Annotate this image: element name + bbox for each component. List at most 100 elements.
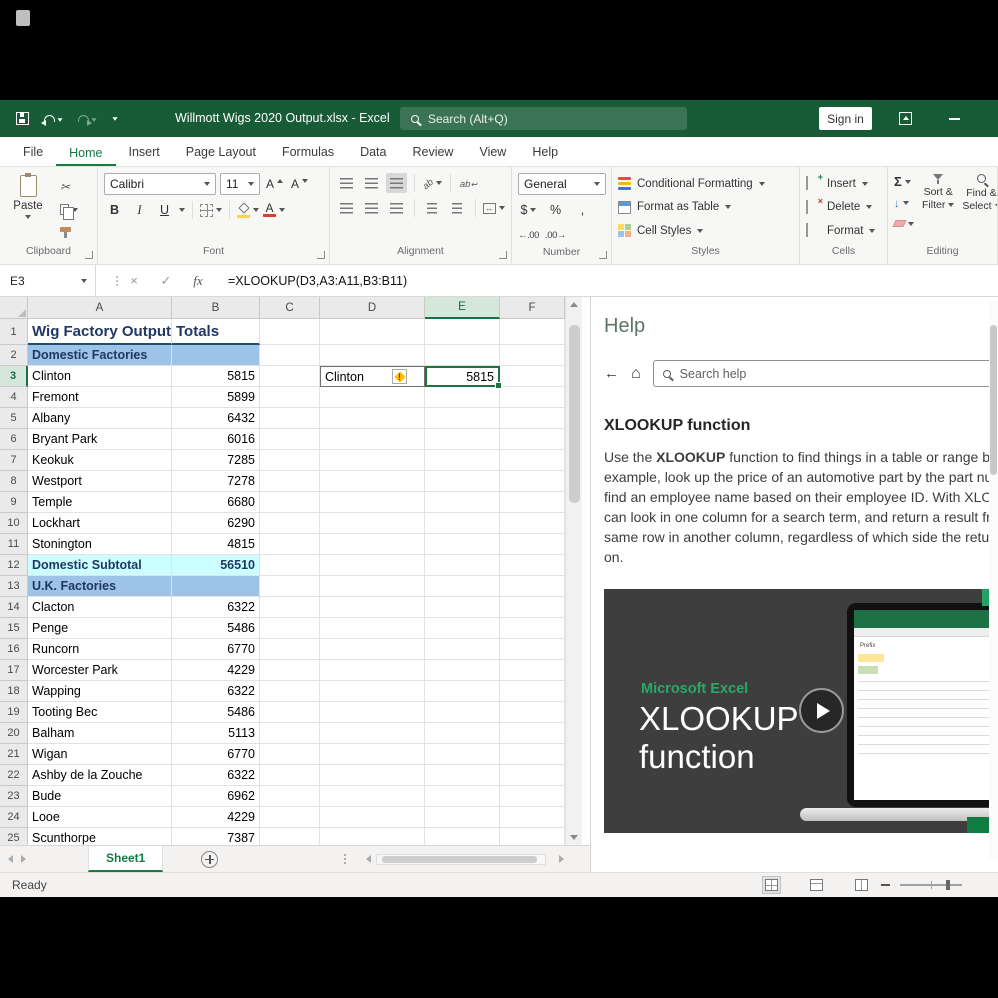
row-header-12[interactable]: 12 — [0, 555, 28, 576]
row-header-11[interactable]: 11 — [0, 534, 28, 555]
cell-C23[interactable] — [260, 786, 320, 807]
cell-B24[interactable]: 4229 — [172, 807, 260, 828]
scroll-right-icon[interactable] — [559, 855, 564, 863]
tab-help[interactable]: Help — [519, 139, 571, 166]
cell-B6[interactable]: 6016 — [172, 429, 260, 450]
cell-E21[interactable] — [425, 744, 500, 765]
cell-E5[interactable] — [425, 408, 500, 429]
font-name-select[interactable]: Calibri — [104, 173, 216, 195]
cell-A2[interactable]: Domestic Factories — [28, 345, 172, 366]
cell-F15[interactable] — [500, 618, 565, 639]
format-as-table-button[interactable]: Format as Table — [618, 197, 793, 218]
cell-F4[interactable] — [500, 387, 565, 408]
align-center-button[interactable] — [361, 198, 382, 218]
cell-D2[interactable] — [320, 345, 425, 366]
cancel-icon[interactable]: × — [118, 273, 150, 288]
cell-A9[interactable]: Temple — [28, 492, 172, 513]
scroll-down-icon[interactable] — [570, 835, 578, 840]
cell-F11[interactable] — [500, 534, 565, 555]
sheet-nav-right-icon[interactable] — [21, 855, 26, 863]
merge-center-button[interactable] — [483, 198, 505, 218]
cell-C12[interactable] — [260, 555, 320, 576]
cell-A3[interactable]: Clinton — [28, 366, 172, 387]
enter-icon[interactable]: ✓ — [150, 273, 182, 289]
cell-C14[interactable] — [260, 597, 320, 618]
row-header-8[interactable]: 8 — [0, 471, 28, 492]
cell-C9[interactable] — [260, 492, 320, 513]
cell-C24[interactable] — [260, 807, 320, 828]
tab-insert[interactable]: Insert — [116, 139, 173, 166]
help-search-box[interactable]: Search help — [653, 360, 998, 387]
col-header-B[interactable]: B — [172, 297, 260, 319]
cell-F6[interactable] — [500, 429, 565, 450]
back-icon[interactable] — [604, 365, 619, 383]
format-cells-button[interactable]: Format — [806, 220, 881, 241]
row-header-5[interactable]: 5 — [0, 408, 28, 429]
cell-A17[interactable]: Worcester Park — [28, 660, 172, 681]
cell-D18[interactable] — [320, 681, 425, 702]
insert-function-icon[interactable]: fx — [182, 273, 214, 289]
zoom-out-icon[interactable] — [881, 884, 890, 886]
row-header-17[interactable]: 17 — [0, 660, 28, 681]
zoom-slider-thumb[interactable] — [946, 880, 950, 890]
cell-D22[interactable] — [320, 765, 425, 786]
cell-E25[interactable] — [425, 828, 500, 845]
cell-D16[interactable] — [320, 639, 425, 660]
cell-E2[interactable] — [425, 345, 500, 366]
cell-D17[interactable] — [320, 660, 425, 681]
cell-B15[interactable]: 5486 — [172, 618, 260, 639]
cell-B19[interactable]: 5486 — [172, 702, 260, 723]
cell-C20[interactable] — [260, 723, 320, 744]
tab-home[interactable]: Home — [56, 140, 115, 167]
cell-D5[interactable] — [320, 408, 425, 429]
cell-E4[interactable] — [425, 387, 500, 408]
play-button[interactable] — [799, 688, 844, 733]
cell-D15[interactable] — [320, 618, 425, 639]
cell-E7[interactable] — [425, 450, 500, 471]
row-header-1[interactable]: 1 — [0, 319, 28, 345]
cell-D11[interactable] — [320, 534, 425, 555]
cell-F18[interactable] — [500, 681, 565, 702]
cell-C19[interactable] — [260, 702, 320, 723]
cell-A7[interactable]: Keokuk — [28, 450, 172, 471]
help-scrollbar-thumb[interactable] — [990, 325, 997, 475]
cell-A23[interactable]: Bude — [28, 786, 172, 807]
tab-review[interactable]: Review — [399, 139, 466, 166]
clipboard-dialog-launcher-icon[interactable] — [85, 251, 93, 259]
cell-D8[interactable] — [320, 471, 425, 492]
fill-color-button[interactable] — [237, 200, 259, 220]
cell-B18[interactable]: 6322 — [172, 681, 260, 702]
clear-button[interactable] — [894, 217, 914, 230]
name-box[interactable]: E3 — [0, 265, 96, 296]
cell-B10[interactable]: 6290 — [172, 513, 260, 534]
row-header-14[interactable]: 14 — [0, 597, 28, 618]
cell-C22[interactable] — [260, 765, 320, 786]
cell-F23[interactable] — [500, 786, 565, 807]
delete-cells-button[interactable]: ×Delete — [806, 197, 881, 218]
cell-C5[interactable] — [260, 408, 320, 429]
cell-E23[interactable] — [425, 786, 500, 807]
font-dialog-launcher-icon[interactable] — [317, 251, 325, 259]
cell-C3[interactable] — [260, 366, 320, 387]
cell-D9[interactable] — [320, 492, 425, 513]
add-sheet-button[interactable] — [201, 851, 218, 868]
sort-filter-button[interactable]: Sort & Filter — [922, 172, 954, 244]
tab-view[interactable]: View — [466, 139, 519, 166]
cell-F19[interactable] — [500, 702, 565, 723]
orientation-button[interactable] — [422, 173, 443, 193]
row-header-2[interactable]: 2 — [0, 345, 28, 366]
cell-D13[interactable] — [320, 576, 425, 597]
row-header-13[interactable]: 13 — [0, 576, 28, 597]
scroll-up-icon[interactable] — [570, 302, 578, 307]
cell-B11[interactable]: 4815 — [172, 534, 260, 555]
save-icon[interactable] — [16, 112, 29, 125]
customize-qat-icon[interactable] — [112, 117, 117, 120]
cell-A4[interactable]: Fremont — [28, 387, 172, 408]
increase-indent-button[interactable] — [447, 198, 468, 218]
col-header-C[interactable]: C — [260, 297, 320, 319]
cell-C4[interactable] — [260, 387, 320, 408]
cell-E11[interactable] — [425, 534, 500, 555]
cell-F22[interactable] — [500, 765, 565, 786]
cell-A25[interactable]: Scunthorpe — [28, 828, 172, 845]
middle-align-button[interactable] — [361, 173, 382, 193]
